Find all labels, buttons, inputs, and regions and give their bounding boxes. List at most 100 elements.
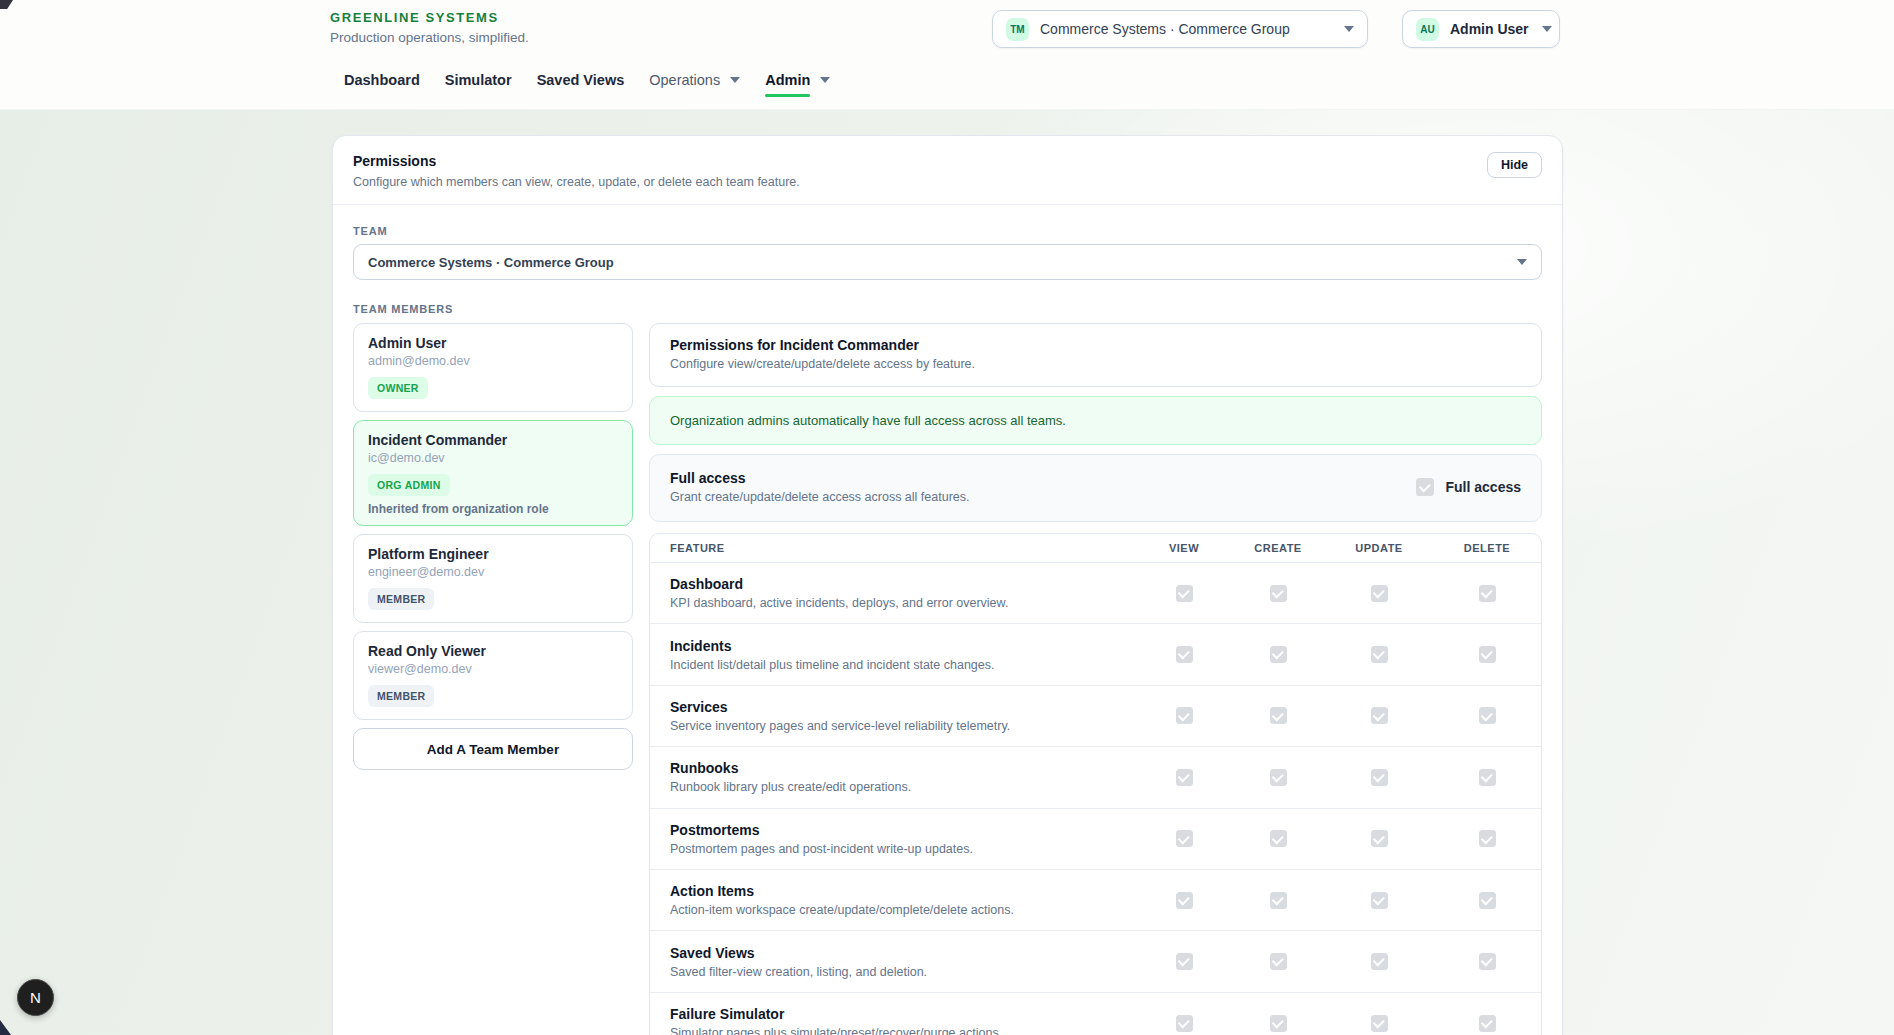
nav-item-simulator[interactable]: Simulator [445, 72, 512, 88]
column-feature: FEATURE [650, 542, 1137, 554]
nav-item-operations[interactable]: Operations [649, 72, 740, 88]
brand-tagline: Production operations, simplified. [330, 30, 529, 45]
update-checkbox[interactable] [1371, 769, 1388, 786]
feature-description: Simulator pages plus simulate/preset/rec… [670, 1026, 1137, 1035]
column-update: UPDATE [1325, 542, 1433, 554]
feature-name: Action Items [670, 883, 1137, 899]
view-checkbox[interactable] [1176, 953, 1193, 970]
full-access-checkbox[interactable] [1416, 478, 1434, 496]
member-email: engineer@demo.dev [368, 565, 618, 580]
team-select-value: Commerce Systems · Commerce Group [368, 255, 614, 270]
create-checkbox[interactable] [1270, 585, 1287, 602]
member-permissions-header: Permissions for Incident Commander Confi… [649, 323, 1542, 387]
delete-checkbox[interactable] [1479, 769, 1496, 786]
permissions-card-header: Permissions Configure which members can … [333, 136, 1562, 205]
create-checkbox[interactable] [1270, 953, 1287, 970]
feature-description: Incident list/detail plus timeline and i… [670, 658, 1137, 672]
header-controls: TM Commerce Systems · Commerce Group AU … [992, 10, 1560, 48]
view-checkbox[interactable] [1176, 892, 1193, 909]
update-checkbox[interactable] [1371, 830, 1388, 847]
feature-description: Postmortem pages and post-incident write… [670, 842, 1137, 856]
create-checkbox[interactable] [1270, 892, 1287, 909]
team-member-card[interactable]: Incident Commander ic@demo.dev ORG ADMIN… [353, 420, 633, 526]
delete-checkbox[interactable] [1479, 585, 1496, 602]
member-name: Read Only Viewer [368, 643, 618, 660]
feature-permissions-table: FEATURE VIEW CREATE UPDATE DELETE Dashbo… [649, 533, 1542, 1035]
create-checkbox[interactable] [1270, 707, 1287, 724]
column-delete: DELETE [1433, 542, 1541, 554]
feature-row: Services Service inventory pages and ser… [650, 686, 1541, 747]
user-menu-label: Admin User [1450, 21, 1529, 37]
delete-checkbox[interactable] [1479, 953, 1496, 970]
nav-item-admin[interactable]: Admin [765, 72, 830, 88]
chevron-down-icon [1542, 26, 1552, 32]
permissions-card: Permissions Configure which members can … [332, 135, 1563, 1035]
brand-title: GREENLINE SYSTEMS [330, 10, 529, 25]
team-member-card[interactable]: Admin User admin@demo.dev OWNER [353, 323, 633, 412]
feature-name: Runbooks [670, 760, 1137, 776]
full-access-title: Full access [670, 470, 969, 486]
update-checkbox[interactable] [1371, 892, 1388, 909]
feature-row: Postmortems Postmortem pages and post-in… [650, 809, 1541, 870]
brand-block: GREENLINE SYSTEMS Production operations,… [330, 10, 529, 45]
feature-row: Saved Views Saved filter-view creation, … [650, 931, 1541, 992]
feature-name: Dashboard [670, 576, 1137, 592]
delete-checkbox[interactable] [1479, 707, 1496, 724]
update-checkbox[interactable] [1371, 1015, 1388, 1032]
team-switcher[interactable]: TM Commerce Systems · Commerce Group [992, 10, 1368, 48]
view-checkbox[interactable] [1176, 585, 1193, 602]
feature-row: Dashboard KPI dashboard, active incident… [650, 563, 1541, 624]
create-checkbox[interactable] [1270, 646, 1287, 663]
update-checkbox[interactable] [1371, 646, 1388, 663]
member-permissions-subtitle: Configure view/create/update/delete acce… [670, 357, 1521, 371]
chevron-down-icon [730, 77, 740, 83]
delete-checkbox[interactable] [1479, 892, 1496, 909]
permissions-title: Permissions [353, 153, 1542, 169]
feature-description: Action-item workspace create/update/comp… [670, 903, 1137, 917]
permissions-card-body: TEAM Commerce Systems · Commerce Group T… [333, 205, 1562, 1035]
feature-name: Failure Simulator [670, 1006, 1137, 1022]
column-create: CREATE [1231, 542, 1325, 554]
member-permissions-panel: Permissions for Incident Commander Confi… [649, 323, 1542, 1035]
member-email: admin@demo.dev [368, 354, 618, 369]
org-admin-notice: Organization admins automatically have f… [649, 396, 1542, 445]
chevron-down-icon [820, 77, 830, 83]
delete-checkbox[interactable] [1479, 1015, 1496, 1032]
update-checkbox[interactable] [1371, 953, 1388, 970]
team-select[interactable]: Commerce Systems · Commerce Group [353, 244, 1542, 280]
nav-item-saved-views[interactable]: Saved Views [537, 72, 625, 88]
feature-name: Saved Views [670, 945, 1137, 961]
user-menu[interactable]: AU Admin User [1402, 10, 1560, 48]
member-role-badge: MEMBER [368, 588, 434, 610]
full-access-description: Grant create/update/delete access across… [670, 490, 969, 504]
create-checkbox[interactable] [1270, 830, 1287, 847]
create-checkbox[interactable] [1270, 769, 1287, 786]
hide-button[interactable]: Hide [1487, 152, 1542, 178]
view-checkbox[interactable] [1176, 769, 1193, 786]
column-view: VIEW [1137, 542, 1231, 554]
update-checkbox[interactable] [1371, 585, 1388, 602]
team-member-card[interactable]: Platform Engineer engineer@demo.dev MEMB… [353, 534, 633, 623]
feature-description: KPI dashboard, active incidents, deploys… [670, 596, 1137, 610]
member-name: Platform Engineer [368, 546, 618, 563]
main-nav: Dashboard Simulator Saved Views Operatio… [344, 72, 830, 88]
member-inherited-note: Inherited from organization role [368, 503, 618, 516]
team-member-card[interactable]: Read Only Viewer viewer@demo.dev MEMBER [353, 631, 633, 720]
team-members-list: Admin User admin@demo.dev OWNER Incident… [353, 323, 633, 770]
add-team-member-button[interactable]: Add A Team Member [353, 728, 633, 770]
delete-checkbox[interactable] [1479, 830, 1496, 847]
nav-item-dashboard[interactable]: Dashboard [344, 72, 420, 88]
feature-row: Runbooks Runbook library plus create/edi… [650, 747, 1541, 808]
view-checkbox[interactable] [1176, 707, 1193, 724]
devtools-button[interactable]: N [17, 979, 54, 1016]
team-members-label: TEAM MEMBERS [353, 303, 1542, 315]
delete-checkbox[interactable] [1479, 646, 1496, 663]
feature-name: Incidents [670, 638, 1137, 654]
view-checkbox[interactable] [1176, 830, 1193, 847]
view-checkbox[interactable] [1176, 646, 1193, 663]
view-checkbox[interactable] [1176, 1015, 1193, 1032]
update-checkbox[interactable] [1371, 707, 1388, 724]
create-checkbox[interactable] [1270, 1015, 1287, 1032]
member-name: Incident Commander [368, 432, 618, 449]
feature-name: Postmortems [670, 822, 1137, 838]
